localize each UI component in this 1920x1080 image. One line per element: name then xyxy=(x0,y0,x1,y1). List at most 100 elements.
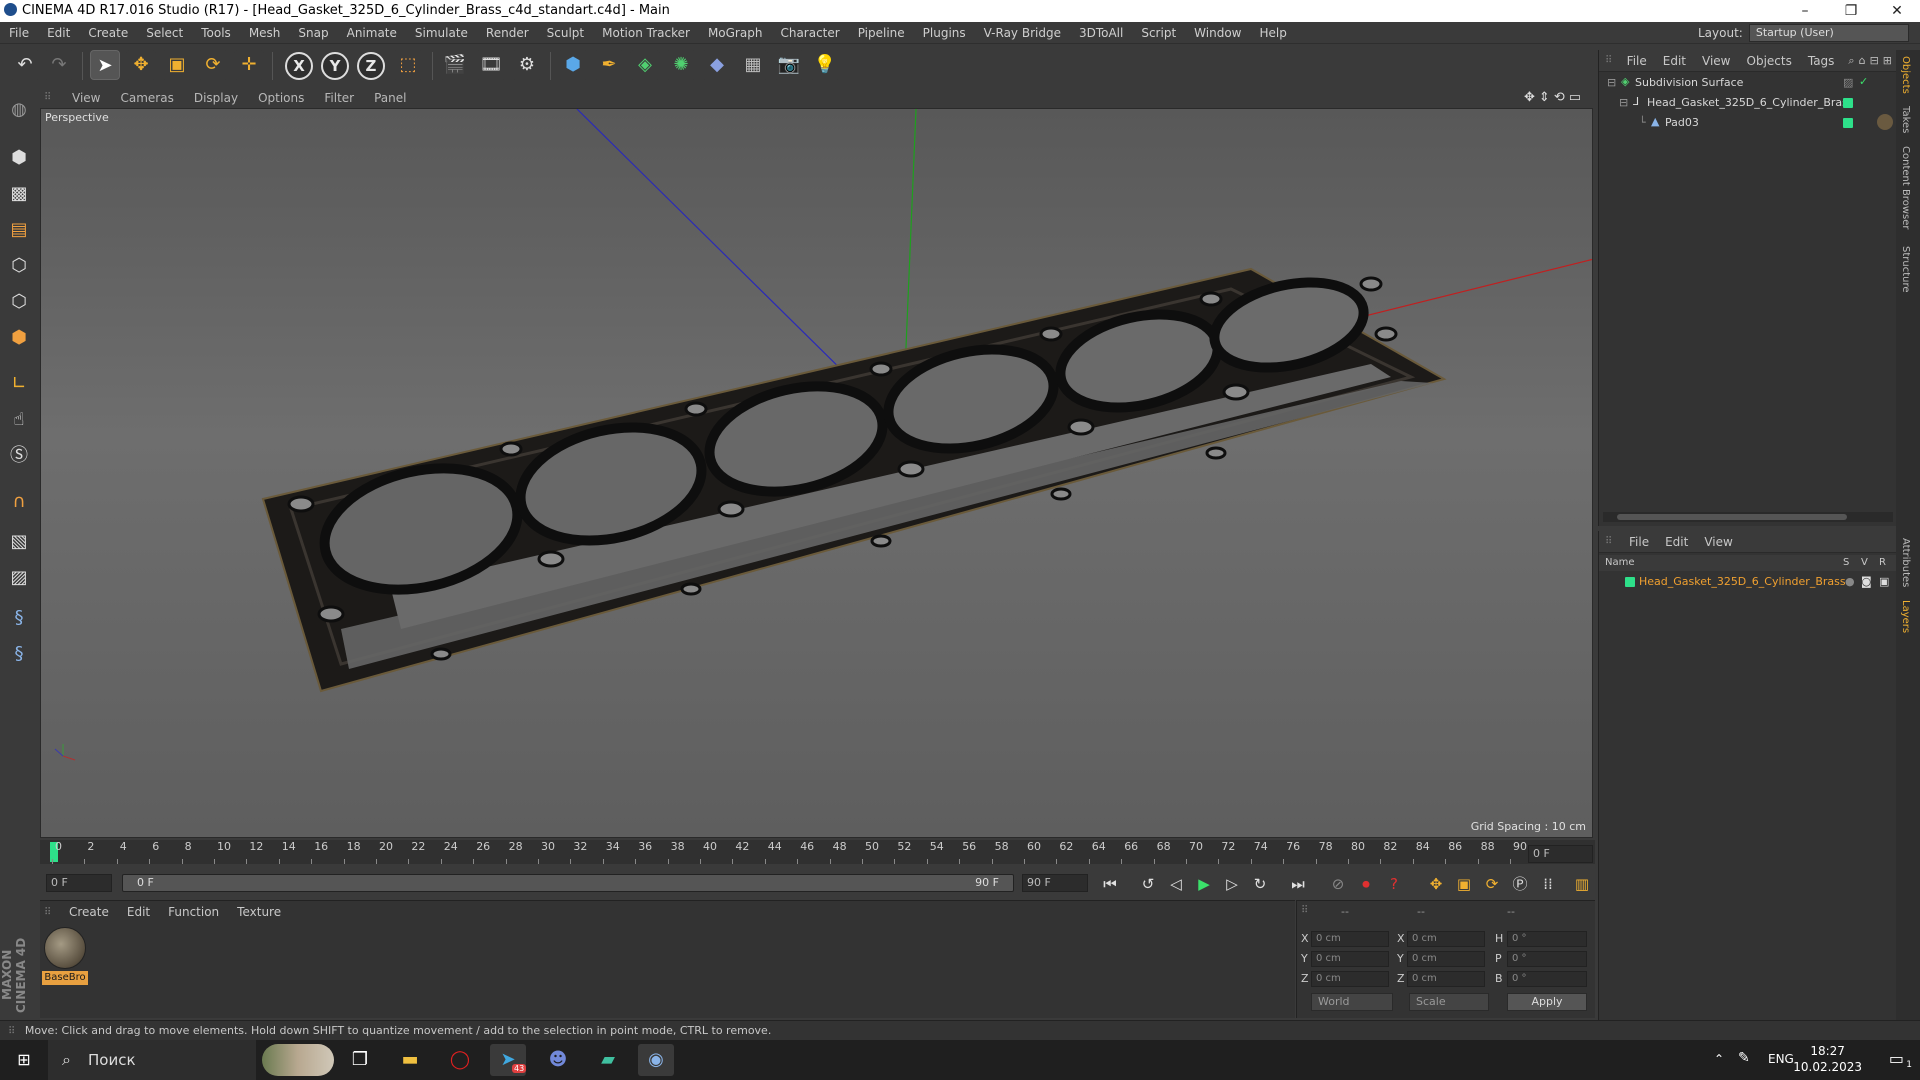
array-icon[interactable]: ✺ xyxy=(666,50,696,80)
tab-structure[interactable]: Structure xyxy=(1900,246,1911,293)
maximize-button[interactable]: ❐ xyxy=(1828,0,1874,22)
app-icon-generic[interactable]: ▰ xyxy=(590,1044,626,1076)
task-view-icon[interactable]: ❐ xyxy=(342,1044,378,1076)
perspective-viewport[interactable]: Perspective Grid Spacing: 10 cm xyxy=(40,108,1593,838)
material-menu-function[interactable]: Function xyxy=(159,901,228,923)
go-to-start-icon[interactable]: ⏮ xyxy=(1098,872,1122,896)
size-z-field[interactable]: 0 cm xyxy=(1407,971,1485,987)
objmgr-menu-file[interactable]: File xyxy=(1619,50,1655,72)
menu-tools[interactable]: Tools xyxy=(192,22,240,44)
menu-pipeline[interactable]: Pipeline xyxy=(849,22,914,44)
material-tag-icon[interactable] xyxy=(1877,114,1893,130)
object-subdivision-surface[interactable]: Subdivision Surface xyxy=(1635,76,1743,89)
end-frame-field[interactable]: 90 F xyxy=(1022,874,1088,892)
axis-mode-icon[interactable]: ∟ xyxy=(3,368,35,400)
notifications-icon[interactable]: ▭ xyxy=(1889,1049,1904,1068)
tray-chevron-icon[interactable]: ⌃ xyxy=(1714,1052,1724,1066)
menu-3dtoall[interactable]: 3DToAll xyxy=(1070,22,1132,44)
next-frame-icon[interactable]: ▷ xyxy=(1220,872,1244,896)
taskbar-clock[interactable]: 18:27 10.02.2023 xyxy=(1793,1043,1862,1075)
y-axis-lock-button[interactable]: Y xyxy=(321,52,349,80)
tab-objects[interactable]: Objects xyxy=(1900,56,1911,94)
edges-mode-icon[interactable]: ⬡ xyxy=(3,286,35,318)
layer-visible-icon[interactable]: ◙ xyxy=(1861,575,1872,588)
layermgr-menu-edit[interactable]: Edit xyxy=(1657,531,1696,553)
viewport-menu-view[interactable]: View xyxy=(62,88,110,108)
workplane-icon[interactable]: ▤ xyxy=(3,214,35,246)
key-position-icon[interactable]: ✥ xyxy=(1424,872,1448,896)
material-menu-texture[interactable]: Texture xyxy=(228,901,290,923)
cube-primitive-icon[interactable]: ⬢ xyxy=(558,50,588,80)
workplane-grid-icon[interactable]: ▨ xyxy=(3,562,35,594)
magnet-icon[interactable]: ∩ xyxy=(3,486,35,518)
tree-toggle-icon[interactable]: ⊟ xyxy=(1619,96,1628,109)
start-frame-field[interactable]: 0 F xyxy=(46,874,112,892)
deformer-icon[interactable]: ◆ xyxy=(702,50,732,80)
layer-color-tag[interactable] xyxy=(1843,98,1853,108)
menu-animate[interactable]: Animate xyxy=(338,22,406,44)
layer-render-icon[interactable]: ▣ xyxy=(1879,575,1889,588)
scrollbar-thumb[interactable] xyxy=(1617,514,1847,520)
scale-icon[interactable]: ▣ xyxy=(162,50,192,80)
python-script-icon[interactable]: § xyxy=(3,602,35,634)
menu-edit[interactable]: Edit xyxy=(38,22,79,44)
subdivision-generator-icon[interactable]: ◈ xyxy=(630,50,660,80)
rot-h-field[interactable]: 0 ° xyxy=(1507,931,1587,947)
tab-takes[interactable]: Takes xyxy=(1900,106,1911,133)
menu-file[interactable]: File xyxy=(0,22,38,44)
play-icon[interactable]: ▶ xyxy=(1192,872,1216,896)
object-editor-toggle-icon[interactable]: ▨ xyxy=(1843,76,1853,89)
layer-color-swatch[interactable] xyxy=(1625,577,1635,587)
previous-key-icon[interactable]: ↺ xyxy=(1136,872,1160,896)
next-key-icon[interactable]: ↻ xyxy=(1248,872,1272,896)
tweak-mode-icon[interactable]: ☝ xyxy=(3,404,35,436)
menu-snap[interactable]: Snap xyxy=(289,22,337,44)
make-editable-icon[interactable]: ◍ xyxy=(3,94,35,126)
minimize-button[interactable]: – xyxy=(1782,0,1828,22)
windows-start-icon[interactable]: ⊞ xyxy=(6,1044,42,1076)
menu-create[interactable]: Create xyxy=(79,22,137,44)
layermgr-menu-file[interactable]: File xyxy=(1621,531,1657,553)
apply-button[interactable]: Apply xyxy=(1507,993,1587,1011)
material-menu-edit[interactable]: Edit xyxy=(118,901,159,923)
rot-p-field[interactable]: 0 ° xyxy=(1507,951,1587,967)
object-pad03[interactable]: Pad03 xyxy=(1665,116,1699,129)
cinema4d-taskbar-icon[interactable]: ◉ xyxy=(638,1044,674,1076)
rotate-icon[interactable]: ⟳ xyxy=(198,50,228,80)
language-indicator[interactable]: ENG xyxy=(1768,1052,1794,1066)
rot-b-field[interactable]: 0 ° xyxy=(1507,971,1587,987)
objmgr-search-icon[interactable]: ⌕⌂⊟⊞ xyxy=(1848,54,1896,68)
timeline-window-icon[interactable]: ▥ xyxy=(1570,872,1594,896)
menu-window[interactable]: Window xyxy=(1185,22,1250,44)
pos-z-field[interactable]: 0 cm xyxy=(1311,971,1389,987)
tab-attributes[interactable]: Attributes xyxy=(1900,538,1911,587)
layout-dropdown[interactable]: Startup (User) xyxy=(1748,24,1909,42)
menu-mesh[interactable]: Mesh xyxy=(240,22,290,44)
auto-keying-icon[interactable]: ⏺ xyxy=(1354,872,1378,896)
taskbar-search[interactable]: ⌕ Поиск xyxy=(48,1040,256,1080)
menu-vray-bridge[interactable]: V-Ray Bridge xyxy=(975,22,1070,44)
object-head-gasket[interactable]: Head_Gasket_325D_6_Cylinder_Brass xyxy=(1647,96,1854,109)
select-cursor-icon[interactable]: ➤ xyxy=(90,50,120,80)
model-mode-icon[interactable]: ⬢ xyxy=(3,142,35,174)
file-explorer-icon[interactable]: ▬ xyxy=(392,1044,428,1076)
timeline-ruler[interactable]: 0 2 4 6 8 10 12 14 16 18 20 22 24 26 28 30 32 34 36 38 40 42 4… xyxy=(40,840,1595,864)
layermgr-menu-view[interactable]: View xyxy=(1696,531,1740,553)
size-mode-dropdown[interactable]: Scale xyxy=(1409,993,1489,1011)
material-menu-create[interactable]: Create xyxy=(60,901,118,923)
menu-character[interactable]: Character xyxy=(771,22,848,44)
record-keys-icon[interactable]: ⊘ xyxy=(1326,872,1350,896)
layer-solo-icon[interactable]: ● xyxy=(1845,575,1855,588)
pos-y-field[interactable]: 0 cm xyxy=(1311,951,1389,967)
transform-icon[interactable]: ✛ xyxy=(234,50,264,80)
camera-icon[interactable]: 📷 xyxy=(774,50,804,80)
menu-mograph[interactable]: MoGraph xyxy=(699,22,772,44)
material-thumbnail[interactable] xyxy=(44,927,86,969)
lock-workplane-icon[interactable]: ▧ xyxy=(3,526,35,558)
move-icon[interactable]: ✥ xyxy=(126,50,156,80)
menu-render[interactable]: Render xyxy=(477,22,538,44)
undo-icon[interactable]: ↶ xyxy=(10,50,40,80)
spline-pen-icon[interactable]: ✒ xyxy=(594,50,624,80)
objmgr-menu-objects[interactable]: Objects xyxy=(1739,50,1800,72)
menu-plugins[interactable]: Plugins xyxy=(914,22,975,44)
